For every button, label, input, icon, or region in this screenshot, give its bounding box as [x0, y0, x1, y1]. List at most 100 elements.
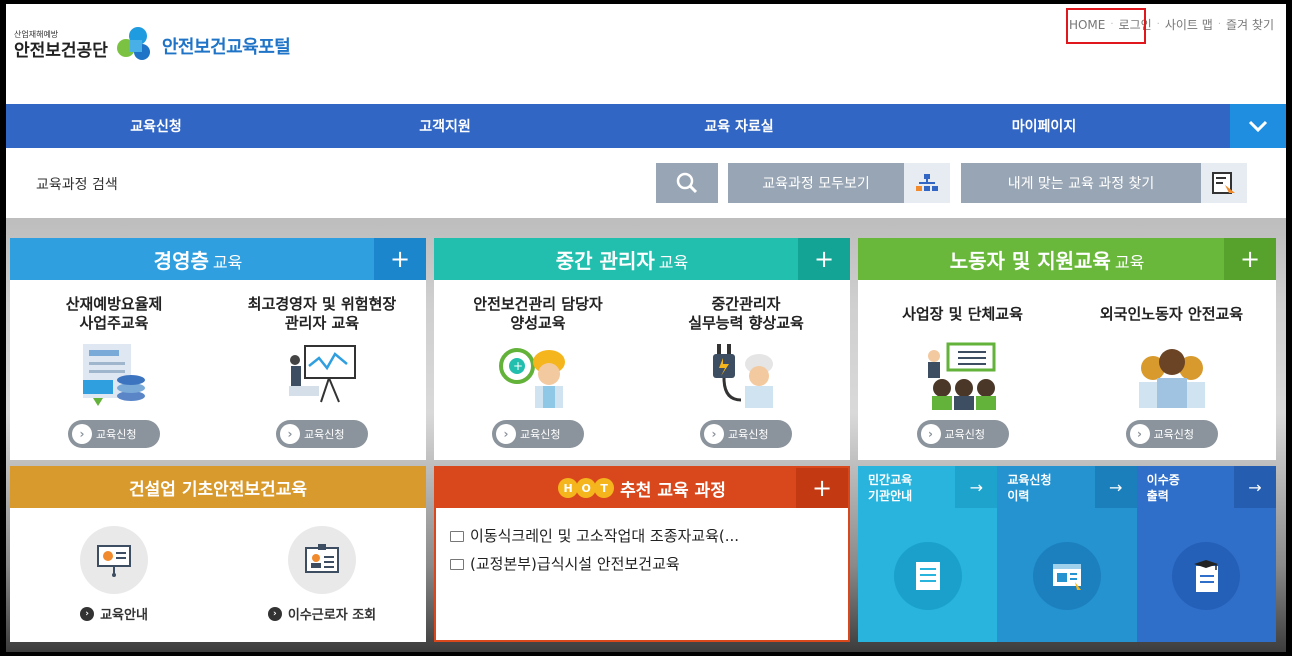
card-title: 추천 교육 과정	[620, 480, 726, 501]
util-login-link[interactable]: 로그인	[1119, 16, 1152, 33]
apply-button[interactable]: › 교육신청	[276, 420, 368, 448]
card-worker-support: 노동자 및 지원교육 교육 + 사업장 및 단체교육 › 교육신청 외국인노동자 안…	[858, 238, 1276, 460]
completed-worker-link[interactable]: › 이수근로자 조회	[267, 604, 377, 623]
find-my-course-button[interactable]: 내게 맞는 교육 과정 찾기	[961, 163, 1247, 203]
course-name: 산재예방요율제 사업주교육	[65, 295, 163, 332]
card-subtitle: 교육	[212, 252, 243, 272]
card-construction: 건설업 기초안전보건교육 › 교육안내 › 이수근로자 조회	[10, 466, 426, 642]
hot-badge: H O T	[558, 478, 615, 498]
util-separator: ·	[1156, 19, 1160, 30]
apply-button[interactable]: › 교육신청	[916, 420, 1009, 448]
search-button[interactable]	[656, 163, 718, 203]
card-title: 건설업 기초안전보건교육	[129, 479, 307, 500]
monitor-icon	[450, 530, 464, 542]
document-coins-icon	[83, 344, 145, 406]
card-recommended: H O T 추천 교육 과정 + 이동식크레인 및 고소작업대 조종자교육(..…	[434, 466, 850, 642]
util-home-link[interactable]: HOME	[1069, 18, 1105, 32]
chevron-right-icon: ›	[920, 424, 941, 444]
recommended-list: 이동식크레인 및 고소작업대 조종자교육(... (교정본부)급식시설 안전보건…	[436, 508, 848, 578]
completed-worker-label: 이수근로자 조회	[287, 608, 377, 623]
nav-item-mypage[interactable]: 마이페이지	[894, 104, 1194, 148]
apply-label: 교육신청	[520, 428, 561, 441]
all-courses-button[interactable]: 교육과정 모두보기	[728, 163, 950, 203]
card-executive: 경영층 교육 + 산재예방요율제 사업주교육 › 교육신청 최고경영자 및 위험현장…	[10, 238, 426, 460]
card-recommended-header[interactable]: H O T 추천 교육 과정 +	[436, 468, 848, 508]
util-sitemap-link[interactable]: 사이트 맵	[1165, 16, 1213, 33]
plug-worker-icon	[713, 344, 773, 408]
apply-button[interactable]: › 교육신청	[68, 420, 160, 448]
plus-icon[interactable]: +	[374, 238, 426, 280]
chevron-right-icon: ›	[704, 424, 724, 444]
course-item: 중간관리자 실무능력 향상교육 › 교육신청	[642, 280, 850, 460]
course-name: 중간관리자 실무능력 향상교육	[688, 295, 804, 332]
course-item: 산재예방요율제 사업주교육 › 교육신청	[10, 280, 218, 460]
search-input[interactable]	[166, 162, 652, 202]
quick-link-application-history[interactable]: 교육신청 이력 →	[997, 466, 1137, 642]
apply-label: 교육신청	[96, 428, 137, 441]
course-item: 사업장 및 단체교육 › 교육신청	[858, 280, 1067, 460]
logo-mark-icon	[112, 26, 156, 66]
course-item: 안전보건관리 담당자 양성교육 + › 교육신청	[434, 280, 642, 460]
document-search-icon	[1201, 163, 1247, 203]
apply-button[interactable]: › 교육신청	[700, 420, 792, 448]
chevron-right-icon: ›	[1129, 424, 1150, 444]
apply-button[interactable]: › 교육신청	[1125, 420, 1218, 448]
construction-guide-item[interactable]: › 교육안내	[10, 508, 218, 642]
quick-link-certificate-print[interactable]: 이수증 출력 →	[1136, 466, 1276, 642]
quick-link-label: 교육신청 이력	[1007, 473, 1052, 503]
apply-button[interactable]: › 교육신청	[492, 420, 584, 448]
nav-item-archive[interactable]: 교육 자료실	[584, 104, 894, 148]
org-small-label: 산업재해예방	[14, 30, 59, 39]
logo[interactable]: 산업재해예방 안전보건공단 안전보건교육포털	[14, 26, 291, 66]
list-item-label: 이동식크레인 및 고소작업대 조종자교육(...	[470, 527, 740, 545]
sitemap-icon	[904, 163, 950, 203]
arrow-right-icon: →	[955, 466, 998, 508]
card-title: 노동자 및 지원교육	[949, 248, 1111, 273]
chevron-down-icon	[1248, 120, 1268, 132]
hot-badge-letter: O	[576, 478, 597, 498]
chevron-right-icon: ›	[72, 424, 92, 444]
plus-icon[interactable]: +	[1224, 238, 1276, 280]
group-training-icon	[927, 342, 996, 410]
presentation-board-icon	[289, 345, 356, 403]
chevron-right-icon: ›	[80, 606, 95, 621]
card-worker-support-header[interactable]: 노동자 및 지원교육 교육 +	[858, 238, 1276, 280]
browser-window-icon	[1032, 542, 1101, 610]
portal-name: 안전보건교육포털	[161, 37, 291, 58]
apply-label: 교육신청	[728, 428, 769, 441]
svg-text:+: +	[513, 359, 523, 373]
construction-guide-link[interactable]: › 교육안내	[80, 604, 148, 623]
util-favorite-link[interactable]: 즐겨 찾기	[1226, 16, 1274, 33]
apply-label: 교육신청	[304, 428, 345, 441]
nav-item-apply[interactable]: 교육신청	[6, 104, 306, 148]
card-subtitle: 교육	[658, 252, 689, 272]
page-frame: 산업재해예방 안전보건공단 안전보건교육포털 HOME · 로그인 · 사이트 …	[6, 4, 1286, 652]
list-item[interactable]: (교정본부)급식시설 안전보건교육	[450, 550, 848, 578]
search-label: 교육과정 검색	[36, 177, 118, 193]
card-construction-header[interactable]: 건설업 기초안전보건교육	[10, 466, 426, 508]
id-card-icon	[288, 526, 356, 594]
monitor-icon	[450, 558, 464, 570]
card-executive-header[interactable]: 경영층 교육 +	[10, 238, 426, 280]
apply-label: 교육신청	[944, 428, 985, 441]
course-name: 외국인노동자 안전교육	[1099, 304, 1244, 323]
arrow-right-icon: →	[1094, 466, 1137, 508]
nav-item-support[interactable]: 고객지원	[306, 104, 584, 148]
card-middle-manager-header[interactable]: 중간 관리자 교육 +	[434, 238, 850, 280]
card-middle-manager: 중간 관리자 교육 + 안전보건관리 담당자 양성교육 + › 교육신청 중간관리자…	[434, 238, 850, 460]
worker-refresh-icon: +	[499, 348, 565, 408]
arrow-right-icon: →	[1233, 466, 1276, 508]
list-item[interactable]: 이동식크레인 및 고소작업대 조종자교육(...	[450, 522, 848, 550]
plus-icon[interactable]: +	[798, 238, 850, 280]
org-name: 안전보건공단	[14, 41, 108, 61]
nav-expand-button[interactable]	[1230, 104, 1286, 148]
chevron-right-icon: ›	[280, 424, 300, 444]
course-name: 사업장 및 단체교육	[902, 304, 1023, 323]
plus-icon[interactable]: +	[796, 468, 848, 508]
certificate-icon	[1172, 542, 1241, 610]
completed-worker-item[interactable]: › 이수근로자 조회	[218, 508, 426, 642]
quick-link-private-institutes[interactable]: 민간교육 기관안내 →	[858, 466, 998, 642]
util-separator: ·	[1217, 19, 1222, 30]
org-name-block: 산업재해예방 안전보건공단	[14, 30, 108, 62]
card-subtitle: 교육	[1114, 252, 1145, 272]
